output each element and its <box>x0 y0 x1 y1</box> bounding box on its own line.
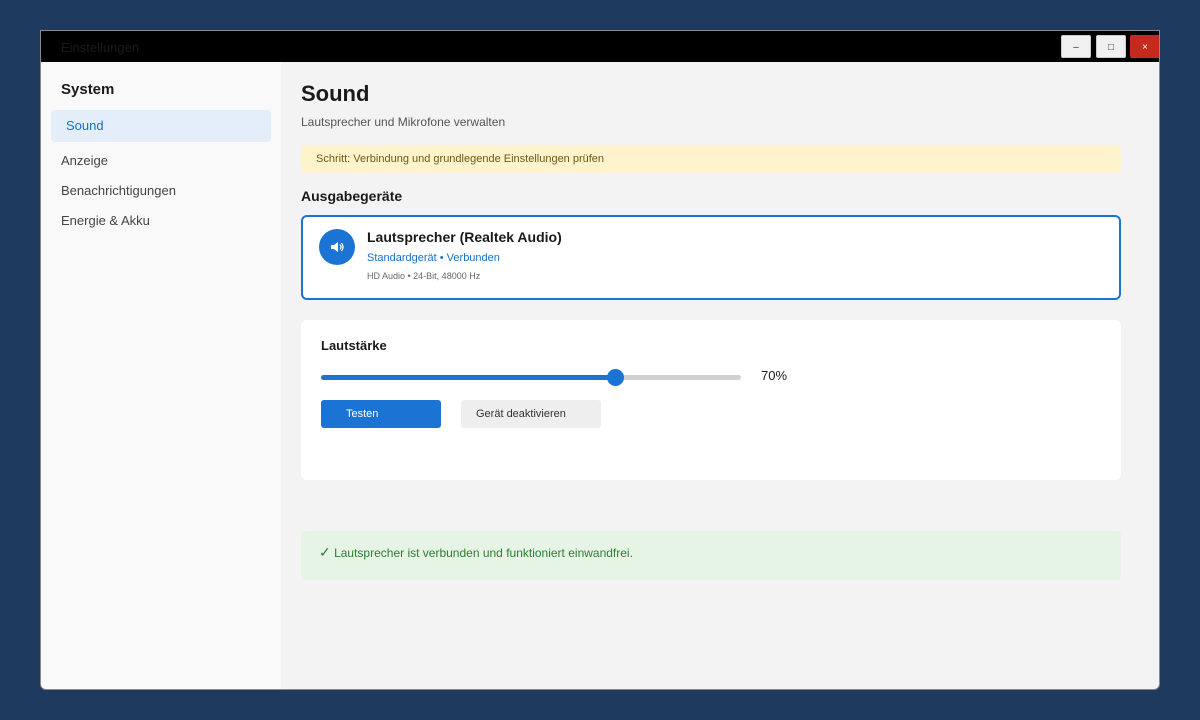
volume-slider-fill <box>321 375 615 380</box>
sidebar-item-anzeige[interactable]: Anzeige <box>51 145 271 177</box>
test-button[interactable]: Testen <box>321 400 441 428</box>
title-bar[interactable]: Einstellungen – □ × <box>41 31 1159 62</box>
page-title: Sound <box>301 81 370 106</box>
sidebar-title: System <box>61 81 115 98</box>
volume-card: Lautstärke 70% Testen Gerät deaktivieren <box>301 320 1121 480</box>
volume-slider[interactable] <box>321 369 741 386</box>
main-content: Sound Lautsprecher und Mikrofone verwalt… <box>281 62 1159 689</box>
maximize-button[interactable]: □ <box>1096 35 1126 58</box>
success-message: ✓ Lautsprecher ist verbunden und funktio… <box>301 531 1121 580</box>
device-card[interactable]: Lautsprecher (Realtek Audio) Standardger… <box>301 215 1121 300</box>
output-devices-heading: Ausgabegeräte <box>301 188 403 204</box>
volume-slider-thumb[interactable] <box>607 369 624 386</box>
device-status: Standardgerät • Verbunden <box>367 252 500 264</box>
volume-value: 70% <box>761 368 788 383</box>
window-title: Einstellungen <box>61 40 140 55</box>
settings-window: Einstellungen – □ × System Sound Anzeige… <box>40 30 1160 690</box>
step-notice: Schritt: Verbindung und grundlegende Ein… <box>301 145 1121 173</box>
sidebar-item-sound[interactable]: Sound <box>51 110 271 142</box>
close-button[interactable]: × <box>1130 35 1159 58</box>
volume-label: Lautstärke <box>321 338 387 353</box>
disable-device-button[interactable]: Gerät deaktivieren <box>461 400 601 428</box>
speaker-icon <box>319 229 355 265</box>
sidebar-item-energie[interactable]: Energie & Akku <box>51 205 271 237</box>
sidebar: System Sound Anzeige Benachrichtigungen … <box>41 62 281 689</box>
device-name: Lautsprecher (Realtek Audio) <box>367 229 562 245</box>
page-subtitle: Lautsprecher und Mikrofone verwalten <box>301 115 506 129</box>
minimize-button[interactable]: – <box>1061 35 1091 58</box>
checkmark-icon: ✓ <box>319 544 331 560</box>
device-info: HD Audio • 24-Bit, 48000 Hz <box>367 271 481 281</box>
sidebar-item-benachrichtigungen[interactable]: Benachrichtigungen <box>51 175 271 207</box>
success-text: Lautsprecher ist verbunden und funktioni… <box>334 546 633 560</box>
